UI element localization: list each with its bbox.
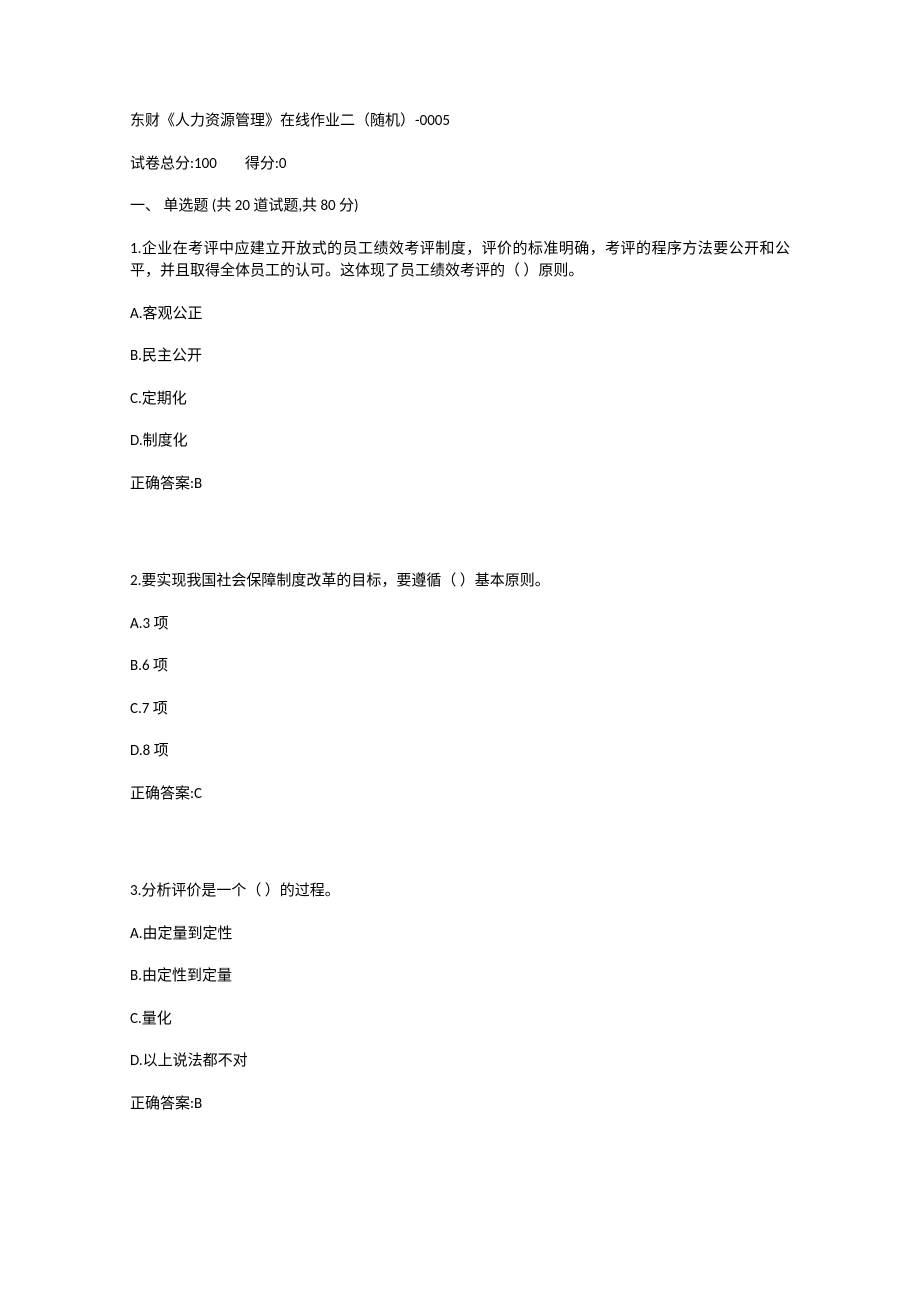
score-value: 0 xyxy=(279,155,287,173)
question-block: 1.企业在考评中应建立开放式的员工绩效考评制度，评价的标准明确，考评的程序方法要… xyxy=(130,238,790,496)
option-a: A.客观公正 xyxy=(130,303,790,326)
option-c: C.定期化 xyxy=(130,388,790,411)
document-title: 东财《人力资源管理》在线作业二（随机）-0005 xyxy=(130,110,790,133)
section-header: 一、 单选题 (共 20 道试题,共 80 分) xyxy=(130,195,790,218)
option-c: C.量化 xyxy=(130,1008,790,1031)
question-block: 3.分析评价是一个（ ）的过程。 A.由定量到定性 B.由定性到定量 C.量化 … xyxy=(130,880,790,1115)
question-text: 1.企业在考评中应建立开放式的员工绩效考评制度，评价的标准明确，考评的程序方法要… xyxy=(130,238,790,283)
question-text: 3.分析评价是一个（ ）的过程。 xyxy=(130,880,790,903)
option-b: B.民主公开 xyxy=(130,345,790,368)
option-b: B.6 项 xyxy=(130,655,790,678)
meta-line: 试卷总分:100 得分:0 xyxy=(130,153,790,176)
option-b: B.由定性到定量 xyxy=(130,965,790,988)
correct-answer: 正确答案:B xyxy=(130,473,790,496)
option-d: D.8 项 xyxy=(130,740,790,763)
question-block: 2.要实现我国社会保障制度改革的目标，要遵循（ ）基本原则。 A.3 项 B.6… xyxy=(130,570,790,805)
option-a: A.3 项 xyxy=(130,613,790,636)
score-label: 得分: xyxy=(245,155,279,173)
option-a: A.由定量到定性 xyxy=(130,923,790,946)
correct-answer: 正确答案:B xyxy=(130,1093,790,1116)
question-text: 2.要实现我国社会保障制度改革的目标，要遵循（ ）基本原则。 xyxy=(130,570,790,593)
total-score-label: 试卷总分: xyxy=(130,155,194,173)
correct-answer: 正确答案:C xyxy=(130,783,790,806)
option-d: D.制度化 xyxy=(130,430,790,453)
total-score-value: 100 xyxy=(194,155,217,173)
option-c: C.7 项 xyxy=(130,698,790,721)
option-d: D.以上说法都不对 xyxy=(130,1050,790,1073)
